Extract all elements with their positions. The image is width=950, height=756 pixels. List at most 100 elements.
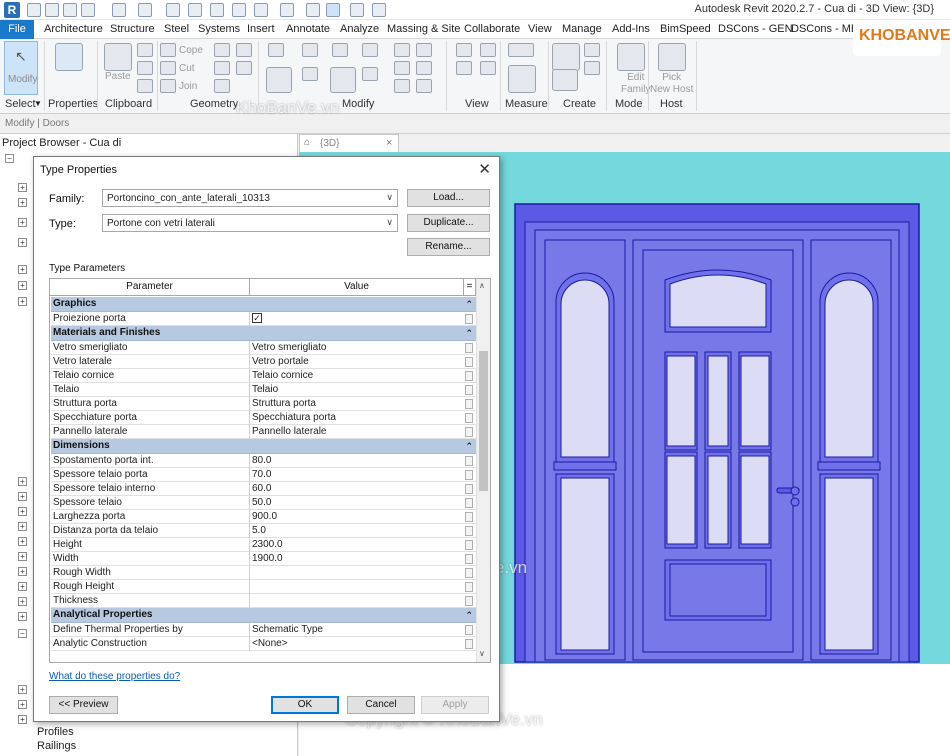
sync-icon[interactable] <box>81 3 95 17</box>
print-icon[interactable] <box>166 3 180 17</box>
tree-expand-icon[interactable]: + <box>18 183 27 192</box>
parameter-group-header[interactable]: Graphics ⌃ <box>51 297 476 312</box>
parameter-row[interactable]: Spostamento porta int. 80.0 <box>51 454 476 468</box>
move-icon[interactable] <box>266 67 292 93</box>
parameter-value[interactable]: Struttura porta <box>252 397 462 410</box>
formula-cell[interactable] <box>465 639 473 649</box>
create-assembly-icon[interactable] <box>552 69 578 91</box>
properties-icon[interactable] <box>55 43 83 71</box>
formula-cell[interactable] <box>465 456 473 466</box>
offset-icon[interactable] <box>302 43 318 57</box>
tree-expand-icon[interactable]: + <box>18 552 27 561</box>
tab-insert[interactable]: Insert <box>247 23 275 35</box>
scale-icon[interactable] <box>394 79 410 93</box>
formula-cell[interactable] <box>465 357 473 367</box>
formula-cell[interactable] <box>465 526 473 536</box>
tab-dscons-gen[interactable]: DSCons - GEN <box>718 23 793 35</box>
rename-button[interactable]: Rename... <box>407 238 490 256</box>
parameter-row[interactable]: Telaio cornice Telaio cornice <box>51 369 476 383</box>
tree-expand-icon[interactable]: + <box>18 522 27 531</box>
parameter-row[interactable]: Height 2300.0 <box>51 538 476 552</box>
tree-expand-icon[interactable]: + <box>18 238 27 247</box>
family-select[interactable]: Portoncino_con_ante_laterali_10313 ∨ <box>102 189 398 207</box>
formula-cell[interactable] <box>465 554 473 564</box>
tab-annotate[interactable]: Annotate <box>286 23 330 35</box>
tree-expand-icon[interactable]: + <box>18 567 27 576</box>
formula-cell[interactable] <box>465 625 473 635</box>
formula-cell[interactable] <box>465 343 473 353</box>
collapse-chevron-icon[interactable]: ⌃ <box>465 297 473 311</box>
parameter-row[interactable]: Distanza porta da telaio 5.0 <box>51 524 476 538</box>
tree-collapse-icon[interactable]: − <box>18 629 27 638</box>
collapse-chevron-icon[interactable]: ⌃ <box>465 439 473 453</box>
formula-cell[interactable] <box>465 427 473 437</box>
tree-expand-icon[interactable]: + <box>18 597 27 606</box>
create-group-icon[interactable] <box>584 43 600 57</box>
scroll-thumb[interactable] <box>479 351 488 491</box>
parameter-value[interactable]: 60.0 <box>252 482 462 495</box>
tab-bimspeed[interactable]: BimSpeed <box>660 23 711 35</box>
trim-icon[interactable] <box>362 67 378 81</box>
tree-collapse-icon[interactable]: − <box>5 154 14 163</box>
open-icon[interactable] <box>27 3 41 17</box>
parameter-value[interactable]: Vetro smerigliato <box>252 341 462 354</box>
paint-icon[interactable] <box>214 79 230 93</box>
parameter-value[interactable]: 1900.0 <box>252 552 462 565</box>
demolish-icon[interactable] <box>236 43 252 57</box>
split-icon[interactable] <box>394 43 410 57</box>
tree-expand-icon[interactable]: + <box>18 477 27 486</box>
select-dropdown[interactable]: Select <box>5 98 36 110</box>
parameter-value[interactable]: Specchiatura porta <box>252 411 462 424</box>
parameter-value[interactable]: Telaio <box>252 383 462 396</box>
join-label[interactable]: Join <box>179 81 197 92</box>
formula-cell[interactable] <box>465 399 473 409</box>
formula-cell[interactable] <box>465 413 473 423</box>
tree-expand-icon[interactable]: + <box>18 582 27 591</box>
parameter-row[interactable]: Proiezione porta ✓ <box>51 312 476 326</box>
join-icon[interactable] <box>160 79 176 93</box>
parameter-row[interactable]: Thickness <box>51 594 476 608</box>
formula-cell[interactable] <box>465 498 473 508</box>
edit-family-icon[interactable] <box>617 43 645 71</box>
parameter-value[interactable]: <None> <box>252 637 462 650</box>
tree-expand-icon[interactable]: + <box>18 265 27 274</box>
measure-distance-icon[interactable] <box>508 43 534 57</box>
type-select[interactable]: Portone con vetri laterali ∨ <box>102 214 398 232</box>
revit-logo-icon[interactable]: R <box>4 2 20 18</box>
parameter-value[interactable]: 900.0 <box>252 510 462 523</box>
preview-button[interactable]: << Preview <box>49 696 118 714</box>
formula-cell[interactable] <box>465 582 473 592</box>
parameter-row[interactable]: Vetro smerigliato Vetro smerigliato <box>51 341 476 355</box>
rotate-icon[interactable] <box>330 67 356 93</box>
thin-lines-icon[interactable] <box>326 3 340 17</box>
parameter-group-header[interactable]: Analytical Properties ⌃ <box>51 608 476 623</box>
formula-cell[interactable] <box>465 512 473 522</box>
parameter-value[interactable]: 5.0 <box>252 524 462 537</box>
tab-file[interactable]: File <box>0 20 34 39</box>
view-tab-3d[interactable]: ⌂ {3D} × <box>299 134 399 152</box>
parameter-value[interactable]: 70.0 <box>252 468 462 481</box>
cut-geometry-icon[interactable] <box>160 61 176 75</box>
parameter-value[interactable]: 80.0 <box>252 454 462 467</box>
tree-expand-icon[interactable]: + <box>18 715 27 724</box>
lightbulb-icon[interactable] <box>456 43 472 57</box>
cut-clip-icon[interactable] <box>137 43 153 57</box>
dimension-tool-icon[interactable] <box>508 65 536 93</box>
hide-icon[interactable] <box>480 43 496 57</box>
tab-analyze[interactable]: Analyze <box>340 23 379 35</box>
formula-cell[interactable] <box>465 540 473 550</box>
parameter-row[interactable]: Width 1900.0 <box>51 552 476 566</box>
tree-expand-icon[interactable]: + <box>18 537 27 546</box>
apply-button[interactable]: Apply <box>421 696 489 714</box>
formula-cell[interactable] <box>465 385 473 395</box>
collapse-chevron-icon[interactable]: ⌃ <box>465 326 473 340</box>
cut-label[interactable]: Cut <box>179 63 195 74</box>
measure-icon[interactable] <box>188 3 202 17</box>
parameter-row[interactable]: Struttura porta Struttura porta <box>51 397 476 411</box>
parameter-group-header[interactable]: Dimensions ⌃ <box>51 439 476 454</box>
tab-architecture[interactable]: Architecture <box>44 23 103 35</box>
browser-item-railings[interactable]: Railings <box>37 740 76 752</box>
redo-icon[interactable] <box>138 3 152 17</box>
tab-structure[interactable]: Structure <box>110 23 155 35</box>
parameter-value-checkbox[interactable]: ✓ <box>252 312 462 325</box>
